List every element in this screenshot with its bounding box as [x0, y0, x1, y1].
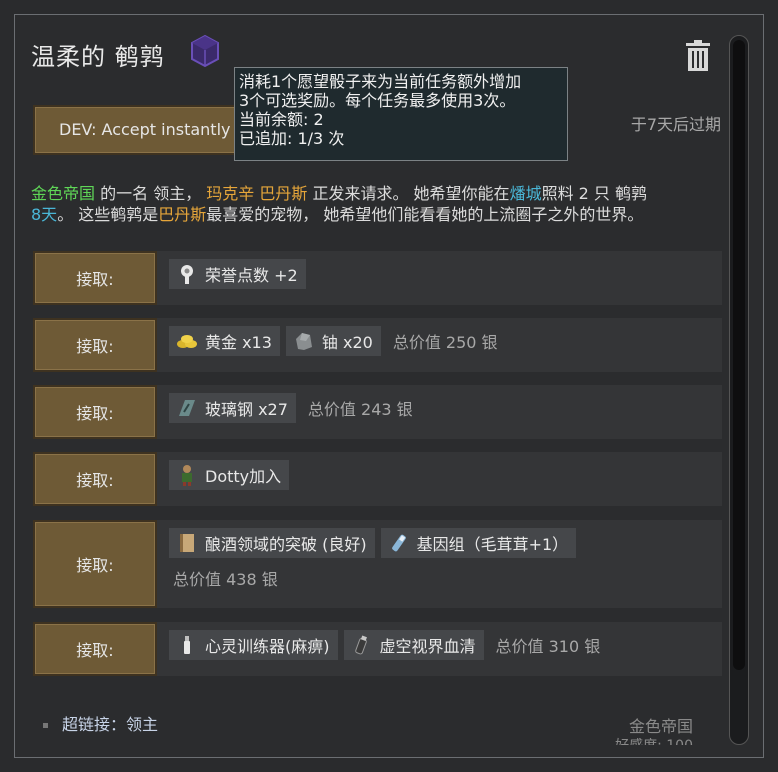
reward-row: 接取: 玻璃钢 x27 总价值 243 银: [33, 385, 722, 439]
accept-button[interactable]: 接取:: [33, 318, 157, 372]
wish-dice-icon[interactable]: [187, 33, 223, 69]
uranium-icon: [295, 333, 312, 350]
trash-icon[interactable]: [683, 39, 713, 73]
reward-row: 接取: 荣誉点数 +2: [33, 251, 722, 305]
faction-goodwill: 好感度: 100: [615, 735, 693, 745]
reward-chip[interactable]: 铀 x20: [285, 326, 381, 356]
tooltip-line: 当前余额: 2: [239, 110, 324, 129]
scrollbar[interactable]: [729, 35, 749, 745]
reward-label: 黄金 x13: [205, 333, 272, 352]
glitterworld-steel-icon: [179, 400, 195, 416]
bullet-icon: [43, 723, 48, 728]
reward-label: 虚空视界血清: [379, 637, 476, 656]
psytrainer-icon: [184, 636, 190, 654]
quest-title: 温柔的 鹌鹑: [31, 43, 165, 71]
reward-chip[interactable]: 玻璃钢 x27: [169, 393, 296, 423]
total-value: 总价值 310 银: [495, 637, 601, 656]
description-text: 照料 2 只 鹌鹑: [541, 184, 648, 203]
reward-label: 铀 x20: [321, 333, 373, 352]
reward-chip[interactable]: 荣誉点数 +2: [169, 259, 306, 289]
reward-chip[interactable]: 虚空视界血清: [343, 630, 484, 660]
reward-label: 酿酒领域的突破 (良好): [205, 535, 367, 554]
pawn-icon: [182, 465, 192, 486]
description-text: 最喜爱的宠物， 她希望他们能看看她的上流圈子之外的世界。: [206, 205, 644, 224]
reward-row: 接取: 黄金 x13 铀 x20 总价值 250 银: [33, 318, 722, 372]
reward-label: Dotty加入: [205, 467, 282, 486]
reward-label: 玻璃钢 x27: [205, 400, 288, 419]
total-value: 总价值 243 银: [307, 400, 413, 419]
reward-row: 接取: 心灵训练器(麻痹) 虚空视界血清 总价值 310 银: [33, 622, 722, 676]
reward-row: 接取: 酿酒领域的突破 (良好) 基因组（毛茸茸+1） 总价值 438 银: [33, 520, 722, 608]
hyperlink-leader[interactable]: 超链接：领主: [43, 711, 158, 735]
honor-icon: [181, 265, 193, 284]
reward-chip[interactable]: 基因组（毛茸茸+1）: [380, 528, 577, 558]
person-link[interactable]: 巴丹斯: [158, 205, 206, 224]
reward-chip[interactable]: Dotty加入: [169, 460, 290, 490]
hyperlink-label: 超链接：领主: [62, 715, 159, 734]
description-text: 的一名 领主，: [95, 184, 207, 203]
reward-chip[interactable]: 黄金 x13: [169, 326, 280, 356]
total-value: 总价值 250 银: [392, 333, 498, 352]
person-link[interactable]: 玛克辛 巴丹斯: [206, 184, 307, 203]
reward-label: 基因组（毛茸茸+1）: [416, 535, 569, 554]
accept-button[interactable]: 接取:: [33, 520, 157, 608]
dev-accept-button[interactable]: DEV: Accept instantly: [33, 105, 243, 155]
tooltip-line: 已追加: 1/3 次: [239, 129, 345, 148]
duration-text: 8天: [31, 205, 58, 224]
quest-panel: 温柔的 鹌鹑 DEV: Accept instantly 于7天后过期 消耗1个…: [14, 14, 764, 758]
expiry-text: 于7天后过期: [630, 115, 721, 134]
place-link[interactable]: 燔城: [510, 184, 542, 203]
reward-label: 荣誉点数 +2: [205, 266, 298, 285]
description-text: 正发来请求。 她希望你能在: [307, 184, 510, 203]
faction-link[interactable]: 金色帝国: [31, 184, 95, 203]
reward-chip[interactable]: 心灵训练器(麻痹): [169, 630, 338, 660]
accept-button[interactable]: 接取:: [33, 622, 157, 676]
faction-name: 金色帝国: [628, 717, 693, 736]
accept-button[interactable]: 接取:: [33, 385, 157, 439]
wish-dice-tooltip: 消耗1个愿望骰子来为当前任务额外增加 3个可选奖励。每个任务最多使用3次。 当前…: [234, 67, 568, 161]
accept-button[interactable]: 接取:: [33, 251, 157, 305]
accept-button[interactable]: 接取:: [33, 452, 157, 506]
scrollbar-thumb[interactable]: [733, 40, 745, 670]
tooltip-line: 3个可选奖励。每个任务最多使用3次。: [239, 91, 516, 110]
tooltip-line: 消耗1个愿望骰子来为当前任务额外增加: [239, 72, 522, 91]
reward-chip[interactable]: 酿酒领域的突破 (良好): [169, 528, 375, 558]
quest-description: 金色帝国 的一名 领主， 玛克辛 巴丹斯 正发来请求。 她希望你能在燔城照料 2…: [31, 183, 731, 225]
book-icon: [180, 534, 194, 552]
gold-icon: [177, 335, 197, 348]
reward-row: 接取: Dotty加入: [33, 452, 722, 506]
description-text: 。 这些鹌鹑是: [57, 205, 159, 224]
reward-label: 心灵训练器(麻痹): [205, 637, 330, 656]
genepack-icon: [391, 534, 406, 552]
total-value: 总价值 438 银: [173, 570, 278, 589]
serum-icon: [354, 635, 367, 655]
